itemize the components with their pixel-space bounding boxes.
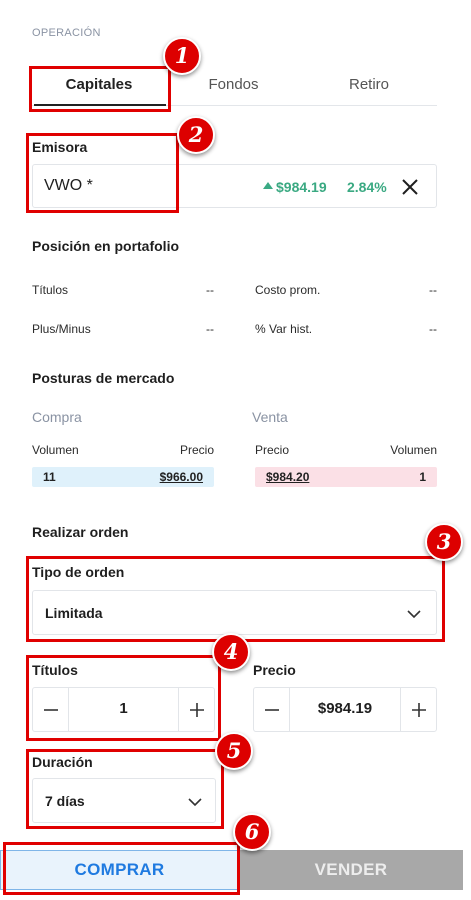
order-title: Realizar orden <box>32 524 129 540</box>
position-costo-label: Costo prom. <box>255 283 321 297</box>
emisora-change: 2.84% <box>347 179 387 195</box>
buy-price-header: Precio <box>179 443 214 457</box>
position-plus-value: -- <box>206 322 214 336</box>
position-plus-label: Plus/Minus <box>32 322 91 336</box>
buy-volume: 11 <box>43 470 56 484</box>
emisora-input[interactable]: VWO * $984.19 2.84% <box>32 164 437 208</box>
active-tab-indicator <box>34 104 166 106</box>
annotation-badge-3: 3 <box>425 523 463 561</box>
titulos-increment-button[interactable] <box>178 688 214 731</box>
sell-price-header: Precio <box>255 443 290 457</box>
precio-value[interactable]: $984.19 <box>290 700 400 717</box>
duracion-select[interactable]: 7 días <box>32 778 216 823</box>
minus-icon <box>44 709 58 711</box>
tab-capitales[interactable]: Capitales <box>32 66 166 106</box>
annotation-badge-5: 5 <box>215 732 253 770</box>
annotation-badge-2: 2 <box>177 116 215 154</box>
titulos-label: Títulos <box>32 662 78 678</box>
operation-tabs: Capitales Fondos Retiro <box>32 66 437 106</box>
buy-quote-row: 11 $966.00 <box>32 467 214 487</box>
titulos-decrement-button[interactable] <box>33 688 69 731</box>
emisora-label: Emisora <box>32 139 88 155</box>
chevron-down-icon <box>407 610 421 619</box>
sell-volume: 1 <box>419 470 426 484</box>
sell-volume-header: Volumen <box>390 443 437 457</box>
buy-price-link[interactable]: $966.00 <box>160 470 203 484</box>
sell-quote-row: $984.20 1 <box>255 467 437 487</box>
precio-decrement-button[interactable] <box>254 688 290 731</box>
order-type-value: Limitada <box>45 605 103 621</box>
titulos-stepper[interactable]: 1 <box>32 687 215 732</box>
close-icon[interactable] <box>400 177 420 197</box>
duracion-label: Duración <box>32 754 93 770</box>
precio-label: Precio <box>253 662 296 678</box>
position-title: Posición en portafolio <box>32 238 180 254</box>
plus-icon <box>412 703 426 717</box>
order-type-select[interactable]: Limitada <box>32 590 437 635</box>
sell-side-title: Venta <box>252 409 288 425</box>
emisora-price: $984.19 <box>276 179 327 195</box>
position-titulos-value: -- <box>206 283 214 297</box>
buy-side-title: Compra <box>32 409 82 425</box>
market-title: Posturas de mercado <box>32 370 175 386</box>
section-label: OPERACIÓN <box>32 27 101 39</box>
position-costo-value: -- <box>429 283 437 297</box>
up-arrow-icon <box>263 182 273 189</box>
tab-retiro[interactable]: Retiro <box>301 66 437 106</box>
position-var-value: -- <box>429 322 437 336</box>
annotation-badge-1: 1 <box>163 37 201 75</box>
position-titulos-label: Títulos <box>32 283 69 297</box>
precio-increment-button[interactable] <box>400 688 436 731</box>
plus-icon <box>190 703 204 717</box>
emisora-value: VWO * <box>44 177 93 194</box>
precio-stepper[interactable]: $984.19 <box>253 687 437 732</box>
sell-price-link[interactable]: $984.20 <box>266 470 309 484</box>
annotation-badge-4: 4 <box>212 633 250 671</box>
annotation-badge-6: 6 <box>233 813 271 851</box>
chevron-down-icon <box>188 798 202 807</box>
comprar-button[interactable]: COMPRAR <box>0 850 239 890</box>
minus-icon <box>265 709 279 711</box>
buy-volume-header: Volumen <box>32 443 79 457</box>
order-type-label: Tipo de orden <box>32 564 125 580</box>
titulos-value[interactable]: 1 <box>69 700 178 717</box>
position-var-label: % Var hist. <box>255 322 313 336</box>
vender-button[interactable]: VENDER <box>239 850 463 890</box>
duracion-value: 7 días <box>45 793 85 809</box>
